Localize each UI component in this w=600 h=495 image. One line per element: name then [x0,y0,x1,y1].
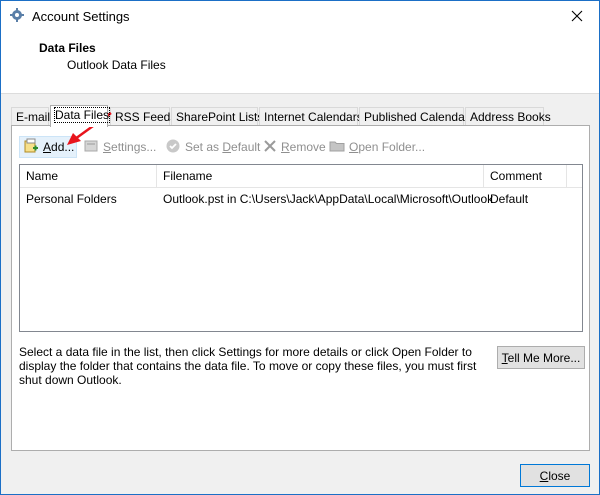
settings-icon [83,138,99,157]
account-settings-window: Account Settings Data Files Outlook Data… [0,0,600,495]
tab-email[interactable]: E-mail [11,107,50,125]
title-bar: Account Settings [1,1,599,31]
window-title: Account Settings [32,9,130,24]
dialog-header: Data Files Outlook Data Files [1,31,599,94]
tab-address-books[interactable]: Address Books [465,107,551,125]
set-as-default-button[interactable]: Set as Default [165,136,260,158]
data-files-list[interactable]: Name Filename Comment Personal Folders O… [19,164,583,332]
close-button[interactable]: Close [520,464,590,487]
header-title: Data Files [39,41,96,55]
list-header: Name Filename Comment [20,165,582,188]
help-text: Select a data file in the list, then cli… [19,345,477,387]
remove-x-icon [263,139,277,156]
column-header-filename[interactable]: Filename [157,165,484,187]
table-row[interactable]: Personal Folders Outlook.pst in C:\Users… [20,190,582,208]
tab-internet-calendars[interactable]: Internet Calendars [259,107,363,125]
add-button[interactable]: Add... [19,136,77,158]
checkmark-icon [165,138,181,157]
remove-button[interactable]: Remove [263,136,326,158]
add-file-icon [23,138,39,157]
tab-sharepoint-lists[interactable]: SharePoint Lists [171,107,263,125]
open-folder-button[interactable]: Open Folder... [329,136,425,158]
data-files-panel: Add... Settings... Set as Default Remove… [11,125,590,451]
row-name: Personal Folders [26,192,117,206]
row-comment: Default [490,192,529,206]
row-filename: Outlook.pst in C:\Users\Jack\AppData\Loc… [163,192,494,206]
tab-rss-feeds[interactable]: RSS Feeds [110,107,176,125]
settings-app-icon [9,7,25,23]
header-subtitle: Outlook Data Files [67,58,166,72]
settings-button[interactable]: Settings... [83,136,156,158]
column-header-name[interactable]: Name [20,165,157,187]
column-header-comment[interactable]: Comment [484,165,567,187]
close-icon[interactable] [555,1,599,31]
tab-published-calendars[interactable]: Published Calendars [359,107,475,125]
folder-icon [329,138,345,157]
tell-me-more-button[interactable]: Tell Me More... [497,346,585,369]
tab-data-files[interactable]: Data Files [50,105,111,127]
